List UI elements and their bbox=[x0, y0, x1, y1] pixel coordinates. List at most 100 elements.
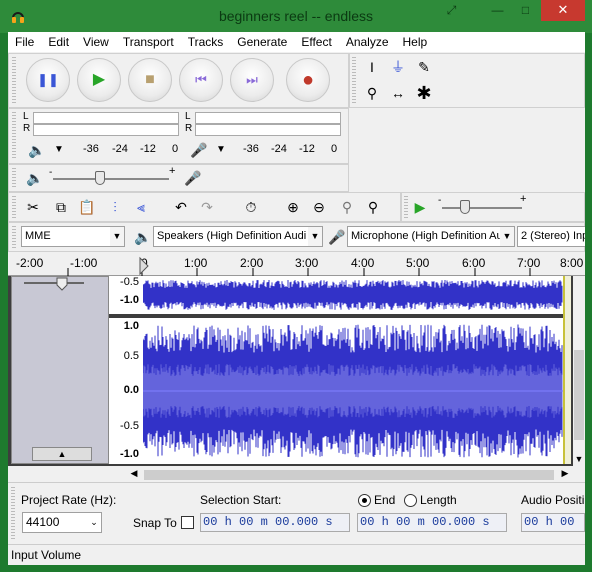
input-device-select[interactable]: Microphone (High Definition Au ▼ bbox=[347, 226, 515, 247]
play-scale-tick: -24 bbox=[112, 143, 128, 155]
speaker-icon[interactable]: 🔈 bbox=[25, 139, 49, 161]
play-meter-dropdown-icon[interactable]: ▼ bbox=[47, 139, 71, 161]
pause-button[interactable]: ❚❚ bbox=[26, 58, 70, 102]
length-radio[interactable] bbox=[404, 494, 417, 507]
record-button[interactable]: ● bbox=[286, 58, 330, 102]
toolbar-grip[interactable] bbox=[12, 196, 16, 218]
play-meter-right bbox=[33, 124, 179, 136]
waveform[interactable] bbox=[143, 276, 563, 464]
edit-toolbar: ✂ ⧉ 📋 ⫶ ⫷ ↶ ↷ ⏱ ⊕ ⊖ ⚲ ⚲ bbox=[8, 192, 401, 222]
audio-position-time[interactable]: 00 h 00 bbox=[521, 513, 585, 532]
scale-label: 0.5 bbox=[123, 350, 139, 362]
collapse-track-button[interactable]: ▲ bbox=[32, 447, 92, 461]
app-window: beginners reel -- endless ⤢ — □ ✕ File E… bbox=[0, 0, 592, 572]
toolbar-grip[interactable] bbox=[11, 487, 15, 539]
menu-generate[interactable]: Generate bbox=[230, 32, 294, 52]
menu-tracks[interactable]: Tracks bbox=[181, 32, 231, 52]
resize-icon[interactable]: ⤢ bbox=[438, 0, 465, 21]
zoom-tool-icon[interactable]: ⚲ bbox=[360, 82, 384, 104]
play-button[interactable]: ▶ bbox=[77, 58, 121, 102]
stop-icon: ■ bbox=[145, 71, 155, 88]
selection-tool-icon[interactable]: I bbox=[360, 56, 384, 78]
redo-icon[interactable]: ↷ bbox=[195, 196, 219, 218]
selection-start-time[interactable]: 00 h 00 m 00.000 s bbox=[200, 513, 350, 532]
play-meter-right-label: R bbox=[23, 123, 31, 134]
sync-lock-icon[interactable]: ⏱ bbox=[239, 196, 263, 218]
selection-end-time[interactable]: 00 h 00 m 00.000 s bbox=[357, 513, 507, 532]
pan-slider[interactable] bbox=[24, 282, 84, 284]
menu-file[interactable]: File bbox=[8, 32, 41, 52]
speed-slider-thumb[interactable] bbox=[460, 200, 470, 214]
play-at-speed-icon[interactable]: ▶ bbox=[408, 196, 432, 218]
menu-analyze[interactable]: Analyze bbox=[339, 32, 396, 52]
scroll-down-icon[interactable]: ▼ bbox=[573, 454, 585, 464]
vertical-scrollbar[interactable]: ▼ bbox=[573, 276, 585, 466]
skip-start-icon: ⏮ bbox=[195, 72, 207, 87]
vertical-scroll-thumb[interactable] bbox=[574, 350, 584, 440]
menu-effect[interactable]: Effect bbox=[294, 32, 338, 52]
maximize-button[interactable]: □ bbox=[512, 0, 539, 21]
scroll-right-icon[interactable]: ▶ bbox=[559, 468, 571, 479]
silence-icon[interactable]: ⫷ bbox=[129, 196, 153, 218]
upper-amplitude-scale: -0.5 -1.0 bbox=[109, 276, 143, 314]
multi-tool-icon[interactable]: ✱ bbox=[412, 82, 436, 104]
toolbar-grip[interactable] bbox=[12, 112, 16, 160]
menu-transport[interactable]: Transport bbox=[116, 32, 181, 52]
rec-meter-right bbox=[195, 124, 341, 136]
pan-slider-thumb[interactable] bbox=[56, 277, 68, 291]
cut-icon[interactable]: ✂ bbox=[21, 196, 45, 218]
project-rate-select[interactable]: 44100 ⌄ bbox=[22, 512, 102, 533]
timeshift-tool-icon[interactable]: ↔ bbox=[386, 82, 410, 104]
skip-to-start-button[interactable]: ⏮ bbox=[179, 58, 223, 102]
fit-selection-icon[interactable]: ⚲ bbox=[335, 196, 359, 218]
envelope-tool-icon[interactable]: ⏚ bbox=[386, 56, 410, 78]
tools-toolbar: I ⏚ ✎ ⚲ ↔ ✱ bbox=[349, 53, 585, 108]
ruler-marks bbox=[67, 268, 531, 276]
slider-minus: - bbox=[49, 167, 53, 178]
close-button[interactable]: ✕ bbox=[541, 0, 585, 21]
audio-host-select[interactable]: MME ▼ bbox=[21, 226, 125, 247]
track-edge bbox=[563, 276, 571, 464]
zoom-out-icon[interactable]: ⊖ bbox=[307, 196, 331, 218]
project-rate-value: 44100 bbox=[26, 515, 60, 529]
menu-view[interactable]: View bbox=[76, 32, 116, 52]
horizontal-scrollbar[interactable]: ◀ ▶ bbox=[128, 468, 573, 482]
toolbar-grip[interactable] bbox=[352, 57, 356, 104]
toolbar-grip[interactable] bbox=[12, 57, 16, 104]
track-area[interactable]: ▲ -0.5 -1.0 1.0 0.5 0.0 -0.5 -1.0 bbox=[8, 276, 573, 466]
toolbar-grip[interactable] bbox=[12, 226, 16, 248]
trim-icon[interactable]: ⫶ bbox=[103, 196, 127, 218]
title-bar: beginners reel -- endless ⤢ — □ ✕ bbox=[0, 0, 592, 33]
timeline-ruler[interactable]: -2:00 -1:00 0 1:00 2:00 3:00 4:00 5:00 6… bbox=[8, 254, 585, 276]
menu-help[interactable]: Help bbox=[396, 32, 435, 52]
toolbar-grip[interactable] bbox=[12, 168, 16, 188]
scroll-left-icon[interactable]: ◀ bbox=[128, 468, 140, 479]
track-control-panel[interactable]: ▲ bbox=[11, 276, 109, 464]
horizontal-scroll-thumb[interactable] bbox=[144, 470, 554, 480]
scale-label: -0.5 bbox=[120, 276, 139, 288]
draw-tool-icon[interactable]: ✎ bbox=[412, 56, 436, 78]
minimize-button[interactable]: — bbox=[484, 0, 511, 21]
output-volume-thumb[interactable] bbox=[95, 171, 105, 185]
scale-label: -0.5 bbox=[120, 420, 139, 432]
paste-icon[interactable]: 📋 bbox=[75, 196, 99, 218]
microphone-icon[interactable]: 🎤 bbox=[187, 139, 211, 161]
stop-button[interactable]: ■ bbox=[128, 58, 172, 102]
skip-to-end-button[interactable]: ⏭ bbox=[230, 58, 274, 102]
input-channels-select[interactable]: 2 (Stereo) Inp bbox=[517, 226, 585, 247]
menu-edit[interactable]: Edit bbox=[41, 32, 76, 52]
rec-scale-tick: -36 bbox=[243, 143, 259, 155]
output-volume-slider[interactable] bbox=[53, 178, 169, 180]
chevron-down-icon: ▼ bbox=[110, 227, 124, 246]
snap-to-checkbox[interactable] bbox=[181, 516, 194, 529]
speed-slider[interactable] bbox=[442, 207, 522, 209]
end-radio[interactable] bbox=[358, 494, 371, 507]
output-device-select[interactable]: Speakers (High Definition Audi ▼ bbox=[153, 226, 323, 247]
rec-meter-dropdown-icon[interactable]: ▼ bbox=[209, 139, 233, 161]
play-head-icon[interactable] bbox=[139, 256, 149, 276]
zoom-in-icon[interactable]: ⊕ bbox=[281, 196, 305, 218]
copy-icon[interactable]: ⧉ bbox=[49, 196, 73, 218]
fit-project-icon[interactable]: ⚲ bbox=[361, 196, 385, 218]
undo-icon[interactable]: ↶ bbox=[169, 196, 193, 218]
status-text: Input Volume bbox=[11, 548, 82, 562]
